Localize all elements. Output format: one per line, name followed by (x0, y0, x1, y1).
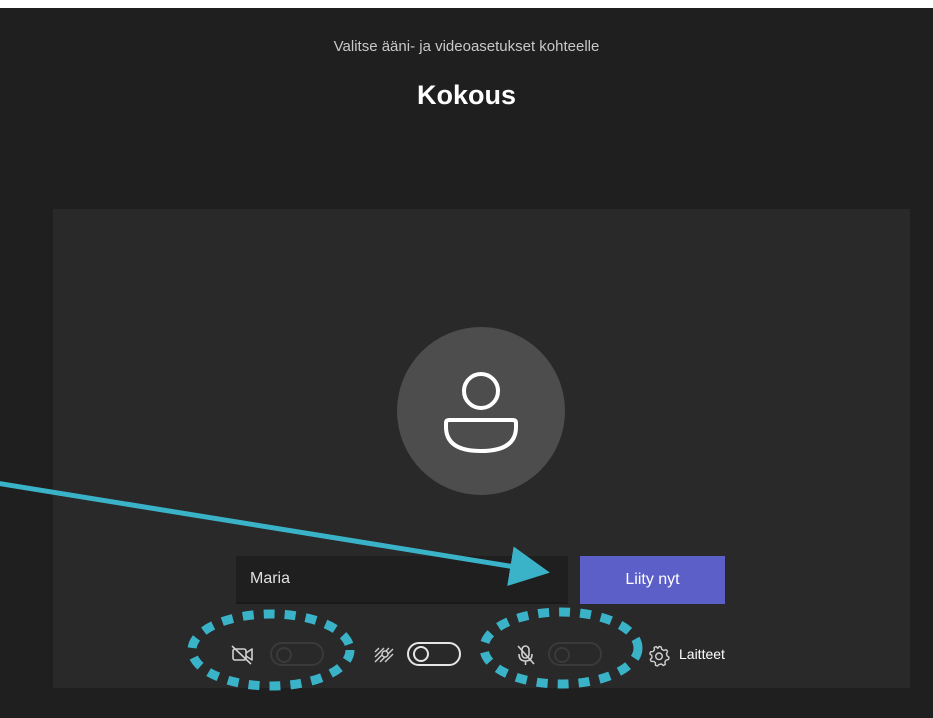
background-effects-icon[interactable] (372, 643, 398, 672)
display-name-input[interactable] (236, 556, 568, 604)
camera-toggle[interactable] (270, 642, 324, 666)
avatar (397, 327, 565, 495)
person-icon (444, 372, 518, 453)
microphone-off-icon (515, 643, 537, 672)
join-now-button[interactable]: Liity nyt (580, 556, 725, 604)
camera-off-icon (230, 643, 256, 672)
meeting-title: Kokous (416, 80, 516, 110)
gear-icon[interactable] (647, 644, 671, 673)
microphone-toggle[interactable] (548, 642, 602, 666)
background-effects-toggle[interactable] (407, 642, 461, 666)
prejoin-subtitle: Valitse ääni- ja videoasetukset kohteell… (333, 38, 600, 55)
devices-button[interactable]: Laitteet (679, 646, 725, 662)
